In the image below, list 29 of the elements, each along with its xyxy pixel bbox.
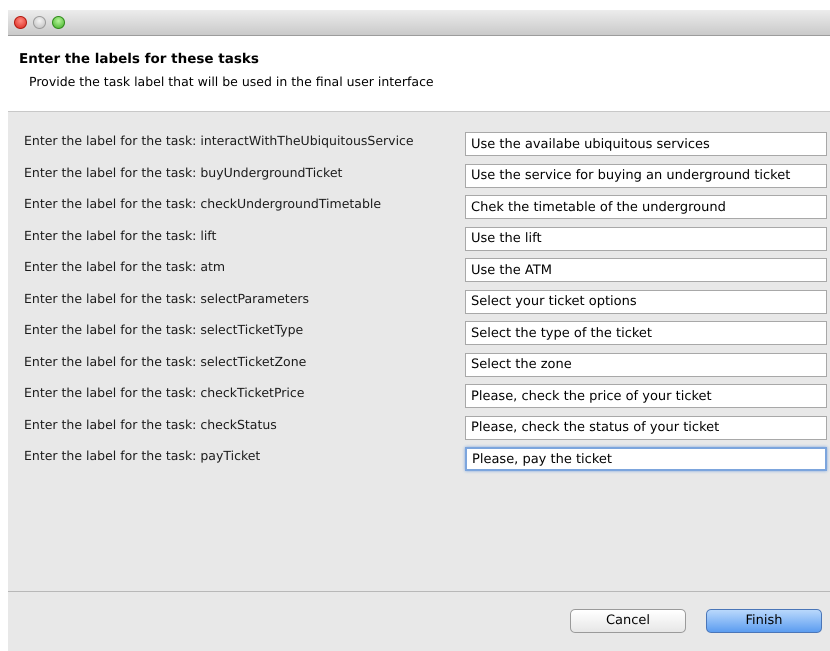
label-field[interactable]: Select the zone [465, 352, 827, 376]
page-title: Enter the labels for these tasks [19, 50, 260, 68]
label-field[interactable]: Use the ATM [465, 258, 827, 282]
label-field[interactable]: Select the type of the ticket [465, 321, 827, 345]
task-label: Enter the label for the task: lift [24, 226, 218, 244]
task-label: Enter the label for the task: selectParameters [24, 290, 310, 306]
task-label: Enter the label for the task: selectTicketZone [24, 352, 308, 370]
zoom-icon[interactable] [52, 16, 65, 29]
task-label: Enter the label for the task: atm [24, 258, 226, 275]
label-field[interactable]: Please, check the status of your ticket [465, 416, 827, 440]
page-description: Provide the task label that will be used in the final user interface [28, 74, 435, 90]
task-label: Enter the label for the task: payTicket [24, 447, 262, 464]
task-label: Enter the label for the task: checkStatus [24, 416, 278, 432]
minimize-icon[interactable] [33, 16, 46, 29]
task-label: Enter the label for the task: selectTicketType [24, 321, 304, 338]
label-field[interactable]: Please, pay the ticket [465, 447, 827, 471]
label-field[interactable]: Chek the timetable of the underground [465, 195, 827, 219]
task-label: Enter the label for the task: interactWithTheUbiquitousService [24, 132, 415, 149]
cancel-button[interactable]: Cancel [570, 608, 686, 632]
label-field[interactable]: Please, check the price of your ticket [465, 384, 827, 408]
label-field[interactable]: Use the service for buying an underground ticket [465, 164, 827, 188]
close-icon[interactable] [14, 16, 27, 29]
finish-button[interactable]: Finish [706, 608, 822, 632]
task-label: Enter the label for the task: buyUndergroundTicket [24, 164, 344, 180]
label-field[interactable]: Use the availabe ubiquitous services [465, 132, 827, 156]
task-label: Enter the label for the task: checkTicketPrice [24, 384, 306, 401]
label-field[interactable]: Use the lift [465, 226, 827, 250]
task-label: Enter the label for the task: checkUndergroundTimetable [24, 195, 382, 212]
label-field[interactable]: Select your ticket options [465, 290, 827, 314]
